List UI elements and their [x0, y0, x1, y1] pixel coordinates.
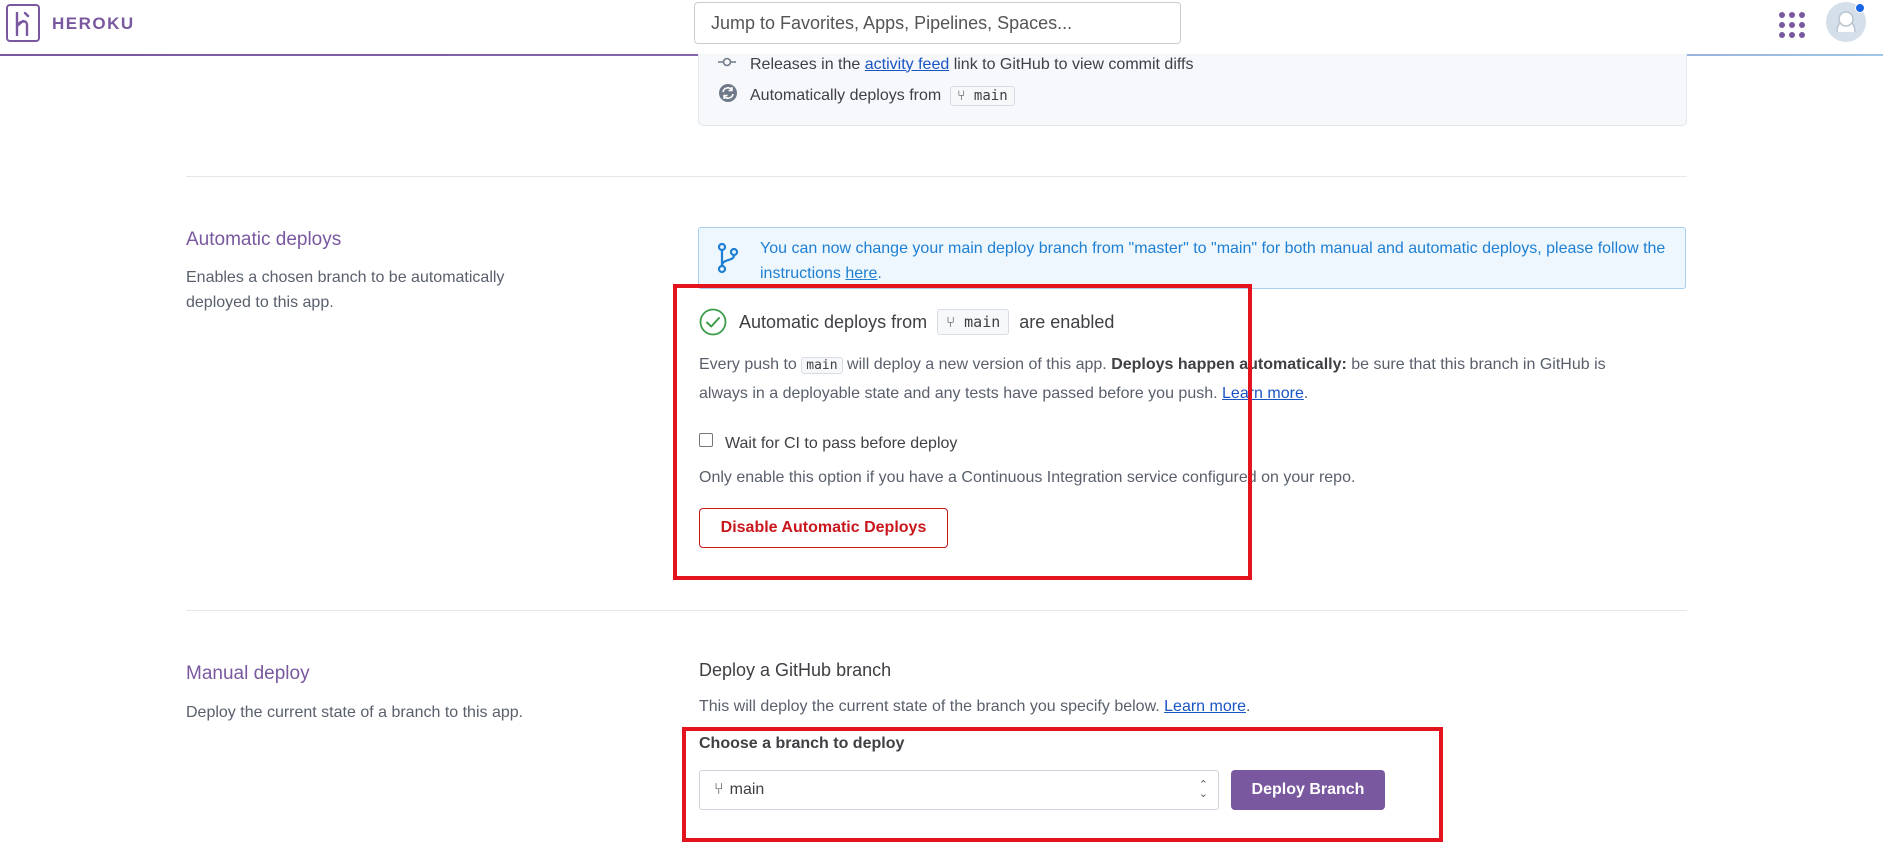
section-divider — [186, 610, 1687, 611]
automatic-deploys-description: Enables a chosen branch to be automatica… — [186, 269, 505, 311]
manual-deploy-description: Deploy the current state of a branch to … — [186, 704, 524, 721]
info-banner: You can now change your main deploy bran… — [698, 227, 1686, 289]
auto-deploy-row: Automatically deploys from ⑂ main — [718, 83, 1015, 108]
branch-badge: ⑂ main — [950, 85, 1015, 106]
manual-deploy-title: Manual deploy — [186, 663, 310, 684]
sync-icon — [718, 83, 738, 108]
search-input[interactable] — [694, 2, 1181, 44]
commit-icon — [718, 55, 738, 74]
notification-dot — [1855, 3, 1865, 13]
apps-grid-icon[interactable] — [1779, 12, 1805, 38]
instructions-link[interactable]: here — [845, 265, 877, 282]
highlight-box-auto-deploy — [673, 284, 1252, 580]
brand-name[interactable]: HEROKU — [52, 14, 135, 34]
branch-icon — [717, 242, 739, 279]
heroku-logo-icon[interactable] — [6, 4, 40, 42]
automatic-deploys-title: Automatic deploys — [186, 229, 342, 250]
highlight-box-manual-deploy — [682, 727, 1443, 842]
releases-row: Releases in the activity feed link to Gi… — [718, 55, 1193, 74]
top-navbar: HEROKU — [0, 0, 1883, 54]
section-divider — [186, 176, 1687, 177]
activity-feed-link[interactable]: activity feed — [865, 56, 949, 74]
manual-deploy-note: This will deploy the current state of th… — [699, 698, 1251, 715]
deploy-github-branch-heading: Deploy a GitHub branch — [699, 660, 892, 680]
info-message: You can now change your main deploy bran… — [760, 240, 1666, 282]
branch-icon: ⑂ — [957, 87, 966, 104]
learn-more-link[interactable]: Learn more — [1164, 698, 1246, 715]
